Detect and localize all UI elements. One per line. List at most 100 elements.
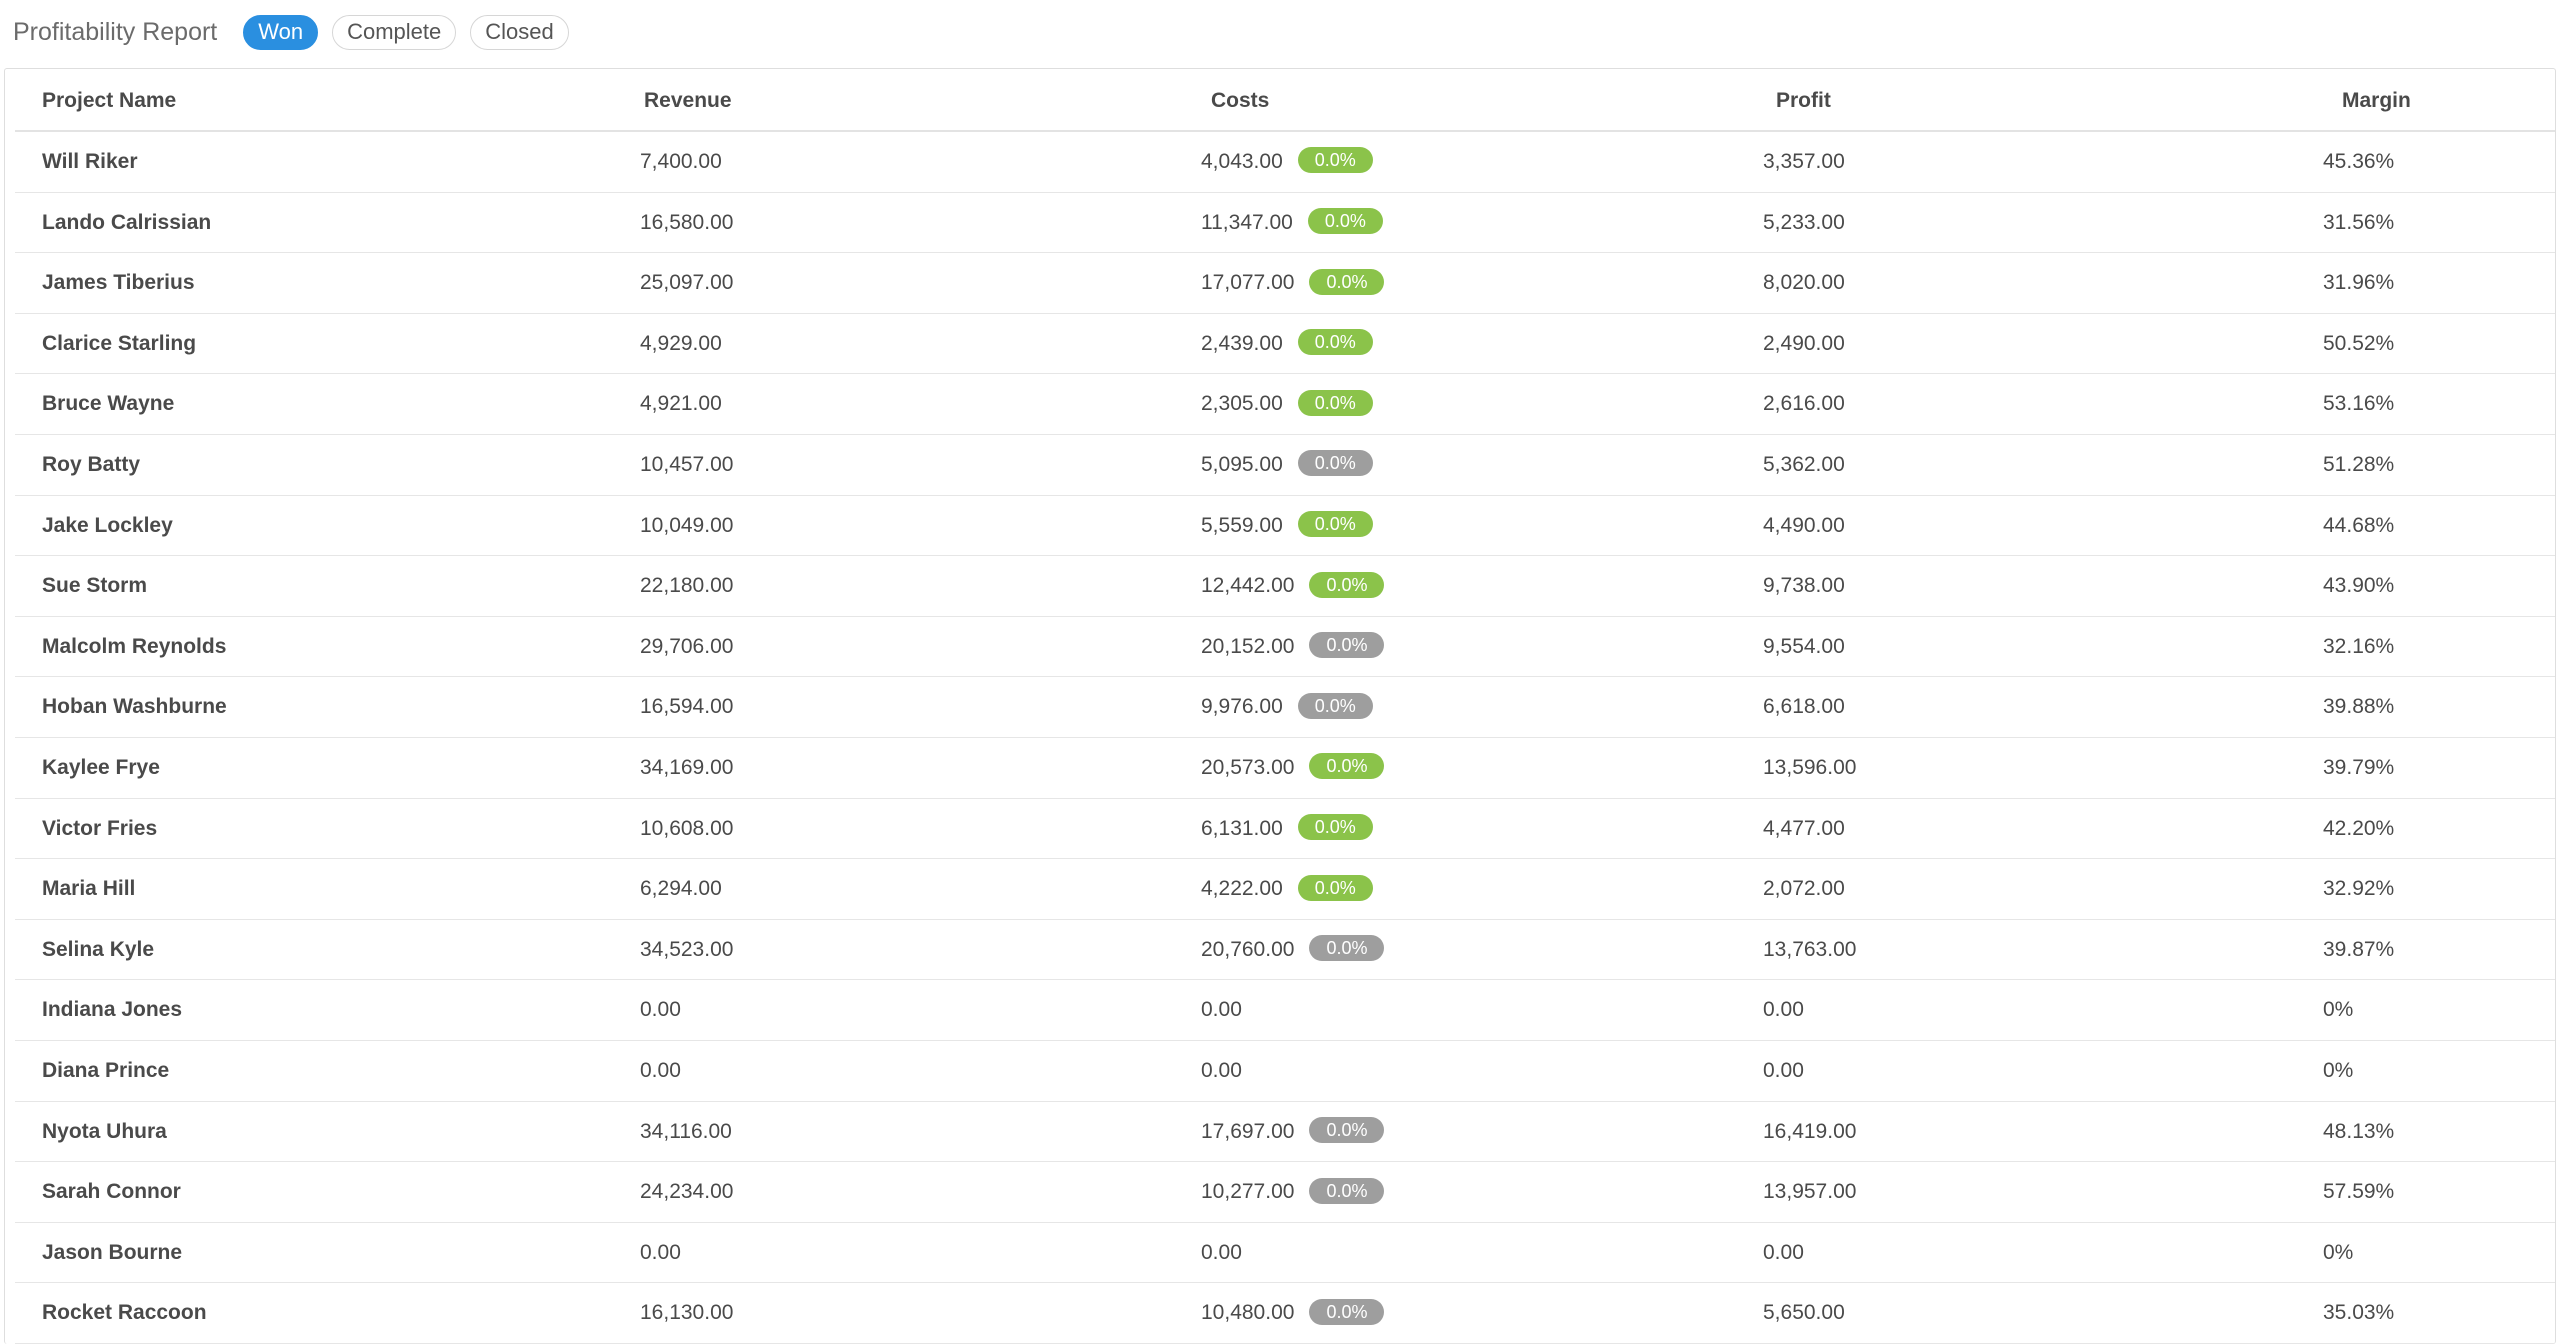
margin-cell: 31.56%	[2323, 210, 2395, 234]
cost-variance-badge: 0.0%	[1297, 329, 1373, 356]
costs-cell: 20,152.00 0.0%	[1201, 617, 1385, 678]
table-row[interactable]: Jason Bourne 0.00 0.00 0.00 0%	[15, 1223, 2555, 1284]
margin-cell: 51.28%	[2323, 452, 2395, 476]
project-name-cell: Jake Lockley	[42, 513, 173, 537]
costs-cell: 6,131.00 0.0%	[1201, 799, 1373, 860]
profit-cell: 0.00	[1763, 1240, 1804, 1264]
table-row[interactable]: Will Riker 7,400.00 4,043.00 0.0% 3,357.00 45…	[15, 132, 2555, 193]
table-row[interactable]: Victor Fries 10,608.00 6,131.00 0.0% 4,477.0…	[15, 799, 2555, 860]
table-row[interactable]: Lando Calrissian 16,580.00 11,347.00 0.0% 5,…	[15, 193, 2555, 254]
margin-cell: 0%	[2323, 1240, 2354, 1264]
costs-cell: 4,222.00 0.0%	[1201, 859, 1373, 920]
profit-cell: 13,763.00	[1763, 937, 1857, 961]
table-row[interactable]: Nyota Uhura 34,116.00 17,697.00 0.0% 16,419.…	[15, 1102, 2555, 1163]
profit-cell: 2,072.00	[1763, 877, 1845, 901]
table-row[interactable]: Malcolm Reynolds 29,706.00 20,152.00 0.0% 9,…	[15, 617, 2555, 678]
costs-cell: 20,573.00 0.0%	[1201, 738, 1385, 799]
costs-value: 17,077.00	[1201, 271, 1295, 295]
table-row[interactable]: Rocket Raccoon 16,130.00 10,480.00 0.0% 5,65…	[15, 1283, 2555, 1344]
costs-value: 0.00	[1201, 998, 1242, 1022]
report-header: Profitability Report Won Complete Closed	[13, 12, 583, 52]
costs-value: 11,347.00	[1201, 210, 1293, 234]
revenue-cell: 16,580.00	[640, 210, 734, 234]
costs-cell: 0.00	[1201, 980, 1242, 1041]
column-header-profit[interactable]: Profit	[1776, 69, 1831, 132]
revenue-cell: 25,097.00	[640, 271, 734, 295]
margin-cell: 48.13%	[2323, 1119, 2395, 1143]
cost-variance-badge: 0.0%	[1307, 208, 1383, 235]
margin-cell: 44.68%	[2323, 513, 2395, 537]
costs-value: 5,559.00	[1201, 513, 1283, 537]
costs-cell: 17,697.00 0.0%	[1201, 1102, 1385, 1163]
cost-variance-badge: 0.0%	[1297, 813, 1373, 840]
revenue-cell: 24,234.00	[640, 1180, 734, 1204]
costs-value: 20,152.00	[1201, 634, 1295, 658]
project-name-cell: Sue Storm	[42, 574, 148, 598]
margin-cell: 39.87%	[2323, 937, 2395, 961]
filter-won-button[interactable]: Won	[243, 14, 319, 50]
filter-closed-button[interactable]: Closed	[470, 14, 569, 50]
cost-variance-badge: 0.0%	[1309, 1298, 1385, 1325]
costs-value: 4,222.00	[1201, 877, 1283, 901]
table-row[interactable]: Roy Batty 10,457.00 5,095.00 0.0% 5,362.00 51…	[15, 435, 2555, 496]
cost-variance-badge: 0.0%	[1297, 147, 1373, 174]
table-row[interactable]: Clarice Starling 4,929.00 2,439.00 0.0% 2,49…	[15, 314, 2555, 375]
profit-cell: 9,738.00	[1763, 574, 1845, 598]
column-header-margin[interactable]: Margin	[2342, 69, 2411, 132]
margin-cell: 31.96%	[2323, 271, 2395, 295]
table-row[interactable]: Selina Kyle 34,523.00 20,760.00 0.0% 13,763.…	[15, 920, 2555, 981]
profit-cell: 5,650.00	[1763, 1301, 1845, 1325]
table-row[interactable]: Kaylee Frye 34,169.00 20,573.00 0.0% 13,596.…	[15, 738, 2555, 799]
table-row[interactable]: Maria Hill 6,294.00 4,222.00 0.0% 2,072.00 32…	[15, 859, 2555, 920]
profit-cell: 2,490.00	[1763, 331, 1845, 355]
project-name-cell: Maria Hill	[42, 877, 136, 901]
table-row[interactable]: Sue Storm 22,180.00 12,442.00 0.0% 9,738.00 4…	[15, 556, 2555, 617]
profit-cell: 5,233.00	[1763, 210, 1845, 234]
costs-cell: 10,277.00 0.0%	[1201, 1162, 1385, 1223]
column-header-revenue[interactable]: Revenue	[644, 69, 732, 132]
costs-value: 20,573.00	[1201, 755, 1295, 779]
project-name-cell: Kaylee Frye	[42, 755, 160, 779]
margin-cell: 0%	[2323, 998, 2354, 1022]
table-row[interactable]: Hoban Washburne 16,594.00 9,976.00 0.0% 6,61…	[15, 677, 2555, 738]
profit-cell: 8,020.00	[1763, 271, 1845, 295]
column-header-costs[interactable]: Costs	[1211, 69, 1269, 132]
table-row[interactable]: Diana Prince 0.00 0.00 0.00 0%	[15, 1041, 2555, 1102]
revenue-cell: 10,457.00	[640, 452, 734, 476]
table-row[interactable]: Sarah Connor 24,234.00 10,277.00 0.0% 13,957…	[15, 1162, 2555, 1223]
revenue-cell: 34,116.00	[640, 1119, 732, 1143]
cost-variance-badge: 0.0%	[1309, 1116, 1385, 1143]
cost-variance-badge: 0.0%	[1297, 511, 1373, 538]
revenue-cell: 16,130.00	[640, 1301, 734, 1325]
column-header-project-name[interactable]: Project Name	[42, 69, 176, 132]
filter-complete-button[interactable]: Complete	[332, 14, 457, 50]
profit-cell: 9,554.00	[1763, 634, 1845, 658]
margin-cell: 0%	[2323, 1058, 2354, 1082]
revenue-cell: 34,169.00	[640, 755, 734, 779]
costs-cell: 12,442.00 0.0%	[1201, 556, 1385, 617]
cost-variance-badge: 0.0%	[1309, 1177, 1385, 1204]
cost-variance-badge: 0.0%	[1297, 450, 1373, 477]
cost-variance-badge: 0.0%	[1297, 692, 1373, 719]
cost-variance-badge: 0.0%	[1297, 389, 1373, 416]
margin-cell: 32.92%	[2323, 877, 2395, 901]
cost-variance-badge: 0.0%	[1309, 632, 1385, 659]
project-name-cell: Rocket Raccoon	[42, 1301, 207, 1325]
table-row[interactable]: Jake Lockley 10,049.00 5,559.00 0.0% 4,490.0…	[15, 496, 2555, 557]
revenue-cell: 0.00	[640, 1058, 681, 1082]
table-row[interactable]: Indiana Jones 0.00 0.00 0.00 0%	[15, 980, 2555, 1041]
table-row[interactable]: James Tiberius 25,097.00 17,077.00 0.0% 8,02…	[15, 253, 2555, 314]
profit-cell: 5,362.00	[1763, 452, 1845, 476]
project-name-cell: Nyota Uhura	[42, 1119, 167, 1143]
margin-cell: 32.16%	[2323, 634, 2395, 658]
cost-variance-badge: 0.0%	[1309, 268, 1385, 295]
cost-variance-badge: 0.0%	[1309, 935, 1385, 962]
project-name-cell: Indiana Jones	[42, 998, 183, 1022]
costs-value: 20,760.00	[1201, 937, 1295, 961]
costs-cell: 2,439.00 0.0%	[1201, 314, 1373, 375]
table-row[interactable]: Bruce Wayne 4,921.00 2,305.00 0.0% 2,616.00 5…	[15, 374, 2555, 435]
revenue-cell: 29,706.00	[640, 634, 734, 658]
project-name-cell: Selina Kyle	[42, 937, 155, 961]
costs-cell: 0.00	[1201, 1041, 1242, 1102]
costs-value: 9,976.00	[1201, 695, 1283, 719]
